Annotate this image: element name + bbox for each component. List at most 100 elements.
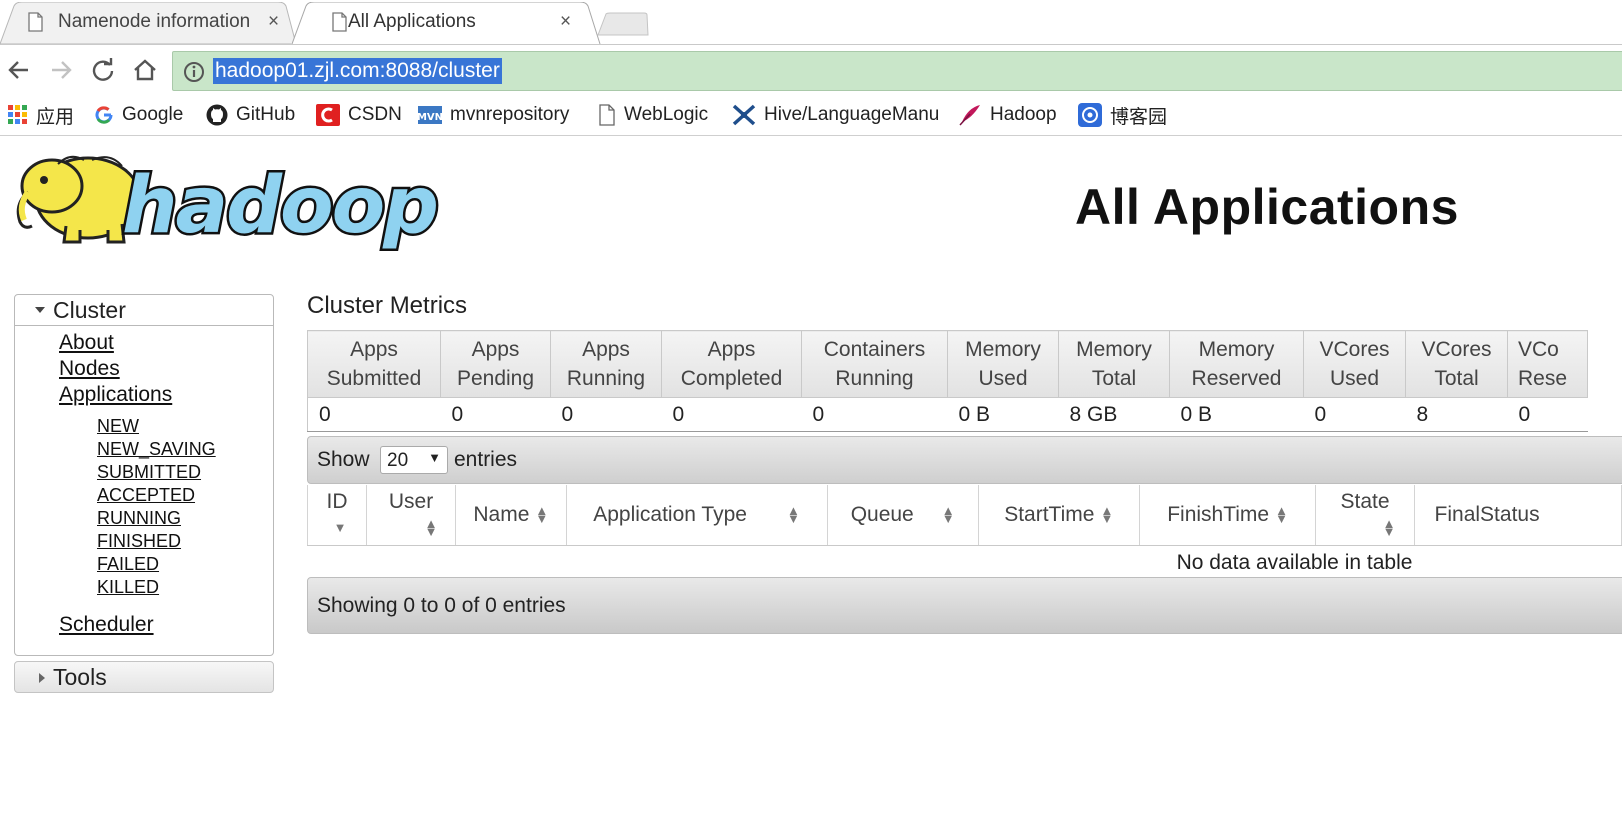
table-info-text: Showing 0 to 0 of 0 entries	[317, 594, 566, 617]
sort-icon: ▲ ▼	[786, 503, 800, 527]
page-size-select[interactable]: 20 ▼	[380, 446, 448, 474]
metric-apps-running: 0	[550, 397, 662, 432]
tab-namenode-information[interactable]: Namenode information ×	[0, 2, 296, 44]
cluster-metrics-title: Cluster Metrics	[307, 292, 468, 319]
csdn-icon	[316, 104, 340, 126]
bookmark-label: Hadoop	[990, 104, 1057, 125]
metric-memory-used: 0 B	[947, 397, 1059, 432]
sort-icon: ▲ ▼	[941, 503, 955, 527]
page-icon	[599, 104, 615, 126]
sort-icon: ▲ ▼	[1275, 503, 1288, 527]
column-header-state[interactable]: State ▲ ▼	[1315, 485, 1415, 546]
column-header-id[interactable]: ID ▼	[306, 485, 368, 546]
column-header-name[interactable]: Name ▲ ▼	[455, 485, 567, 546]
column-header-finishtime[interactable]: FinishTime ▲ ▼	[1139, 485, 1317, 546]
metric-vcores-total: 8	[1405, 397, 1508, 432]
sidebar-link-scheduler[interactable]: Scheduler	[59, 613, 154, 637]
metrics-header: Memory Total	[1058, 330, 1170, 398]
bookmark-csdn[interactable]: CSDN	[316, 102, 402, 128]
sidebar-nav: Cluster About Nodes Applications NEW NEW…	[14, 294, 274, 656]
page-icon	[332, 12, 347, 32]
bookmark-weblogic[interactable]: WebLogic	[598, 102, 708, 128]
page-content: hadoop All Applications Cluster About No…	[0, 136, 1622, 834]
sidebar-link-nodes[interactable]: Nodes	[59, 357, 120, 381]
bookmark-github[interactable]: GitHub	[206, 102, 295, 128]
metrics-header: Memory Used	[947, 330, 1059, 398]
home-icon[interactable]	[132, 57, 158, 83]
sidebar-cluster-label: Cluster	[53, 297, 126, 323]
empty-table-message: No data available in table	[1176, 551, 1413, 575]
browser-tab-strip: Namenode information × All Applications …	[0, 0, 1622, 44]
metric-apps-submitted: 0	[307, 397, 441, 432]
sidebar-state-new[interactable]: NEW	[97, 416, 139, 437]
sidebar-state-failed[interactable]: FAILED	[97, 554, 159, 575]
bookmark-label: mvnrepository	[450, 104, 570, 125]
sidebar-tools-label: Tools	[53, 664, 107, 690]
sidebar-link-about[interactable]: About	[59, 331, 114, 355]
url-text[interactable]: hadoop01.zjl.com:8088/cluster	[213, 58, 502, 84]
forward-arrow-icon[interactable]	[48, 57, 74, 83]
close-icon[interactable]: ×	[268, 11, 279, 33]
logo-text: hadoop	[122, 161, 437, 251]
column-header-queue[interactable]: Queue ▲ ▼	[827, 485, 979, 546]
sort-icon: ▲ ▼	[1100, 503, 1114, 527]
page-title: All Applications	[1075, 179, 1459, 235]
sidebar-state-finished[interactable]: FINISHED	[97, 531, 181, 552]
sidebar-state-new-saving[interactable]: NEW_SAVING	[97, 439, 216, 460]
metric-containers-running: 0	[801, 397, 948, 432]
metrics-header: VCores Total	[1405, 330, 1508, 398]
table-empty-row: No data available in table	[308, 545, 1622, 581]
cnblogs-icon	[1078, 103, 1102, 127]
cluster-metrics-table: Apps Submitted Apps Pending Apps Running Ap…	[307, 330, 1588, 432]
metrics-header: VCo Rese	[1507, 330, 1588, 398]
metric-vcores-used: 0	[1303, 397, 1406, 432]
hadoop-logo[interactable]: hadoop	[14, 146, 470, 258]
bookmark-label: CSDN	[348, 104, 402, 125]
empty-table-cell: No data available in table	[308, 545, 1622, 581]
metrics-header: Apps Completed	[661, 330, 802, 398]
bookmark-mvnrepository[interactable]: MVN mvnrepository	[418, 102, 569, 128]
sidebar-state-killed[interactable]: KILLED	[97, 577, 159, 598]
tab-title: Namenode information	[58, 11, 251, 32]
new-tab-button[interactable]	[596, 12, 650, 36]
tab-title: All Applications	[348, 11, 476, 32]
metric-apps-pending: 0	[440, 397, 551, 432]
bookmark-hive[interactable]: Hive/LanguageManu	[732, 102, 940, 128]
column-header-user[interactable]: User ▲ ▼	[366, 485, 457, 546]
entries-label: entries	[454, 448, 518, 471]
info-icon[interactable]	[183, 61, 205, 83]
sidebar-state-submitted[interactable]: SUBMITTED	[97, 462, 201, 483]
sort-desc-icon: ▼	[333, 520, 347, 536]
page-icon	[28, 12, 43, 32]
google-icon	[95, 106, 113, 124]
reload-icon[interactable]	[90, 57, 116, 83]
dropdown-arrow-icon: ▼	[428, 450, 441, 465]
back-arrow-icon[interactable]	[6, 57, 32, 83]
metric-memory-reserved: 0 B	[1169, 397, 1304, 432]
address-bar[interactable]: hadoop01.zjl.com:8088/cluster	[172, 51, 1622, 91]
metric-apps-completed: 0	[661, 397, 802, 432]
bookmark-google[interactable]: Google	[94, 102, 183, 128]
sidebar-tools-header[interactable]: Tools	[14, 661, 274, 693]
bookmark-cnblogs[interactable]: 博客园	[1078, 102, 1167, 128]
tab-all-applications[interactable]: All Applications ×	[292, 2, 602, 44]
column-header-finalstatus[interactable]: FinalStatus	[1414, 485, 1622, 546]
sidebar-cluster-header[interactable]: Cluster	[15, 295, 273, 326]
page-size-value: 20	[387, 450, 409, 471]
show-label: Show	[317, 448, 370, 471]
sidebar-state-accepted[interactable]: ACCEPTED	[97, 485, 195, 506]
metrics-header: Apps Running	[550, 330, 662, 398]
github-icon	[206, 104, 228, 126]
browser-toolbar: hadoop01.zjl.com:8088/cluster	[0, 44, 1622, 94]
sort-icon: ▲ ▼	[1382, 516, 1396, 540]
metrics-values-row: 0 0 0 0 0 0 B 8 GB 0 B 0 8 0	[307, 397, 1588, 432]
close-icon[interactable]: ×	[560, 11, 571, 33]
column-header-starttime[interactable]: StartTime ▲ ▼	[978, 485, 1140, 546]
mvn-icon: MVN	[418, 106, 442, 124]
column-header-application-type[interactable]: Application Type ▲ ▼	[566, 485, 828, 546]
bookmark-apps[interactable]: 应用	[8, 102, 74, 128]
sidebar-link-applications[interactable]: Applications	[59, 383, 172, 407]
bookmark-label: 应用	[36, 106, 75, 128]
bookmark-hadoop[interactable]: Hadoop	[958, 102, 1057, 128]
sidebar-state-running[interactable]: RUNNING	[97, 508, 181, 529]
